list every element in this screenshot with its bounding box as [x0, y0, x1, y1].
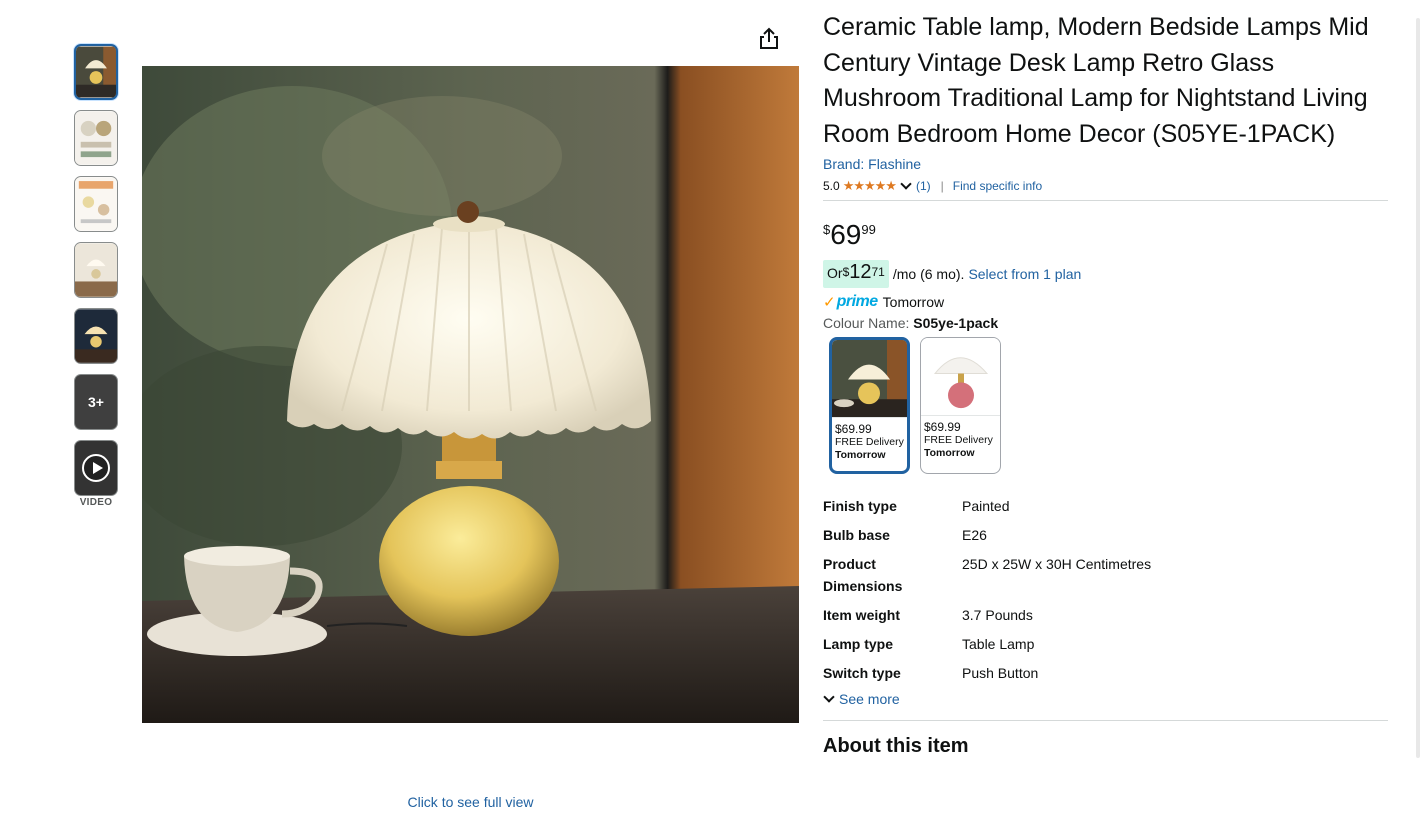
swatch-image: [832, 340, 907, 418]
spec-row: Switch type Push Button: [823, 662, 1388, 684]
price-symbol: $: [823, 222, 831, 237]
emi-amount: 12: [849, 261, 872, 283]
review-count-link[interactable]: (1): [916, 179, 931, 193]
play-icon: [82, 454, 110, 482]
spec-key: Lamp type: [823, 636, 894, 652]
video-label: VIDEO: [79, 497, 113, 508]
delivery-day: Tomorrow: [882, 294, 945, 310]
share-icon[interactable]: [756, 26, 782, 52]
thumbnail-3-image: [75, 177, 117, 231]
spec-value: 25D x 25W x 30H Centimetres: [962, 556, 1152, 572]
thumbnail-2[interactable]: [74, 110, 118, 166]
spec-key: Switch type: [823, 665, 901, 681]
thumbnail-5[interactable]: [74, 308, 118, 364]
thumbnail-more[interactable]: 3+: [74, 374, 118, 430]
chevron-down-icon: [823, 690, 835, 703]
specs-table: Finish type Painted Bulb base E26 Produc…: [823, 495, 1388, 684]
thumbnail-3[interactable]: [74, 176, 118, 232]
divider: [823, 200, 1388, 201]
price-fraction: 99: [861, 222, 876, 237]
select-plan-link[interactable]: Select from 1 plan: [968, 266, 1081, 282]
see-more-label: See more: [839, 691, 900, 707]
spec-key: Finish type: [823, 498, 897, 514]
spec-key: Item weight: [823, 607, 901, 623]
find-info-link[interactable]: Find specific info: [953, 179, 1042, 193]
swatch-delivery-day: Tomorrow: [835, 449, 886, 461]
separator: |: [940, 179, 944, 193]
price-block: $ 69 99: [823, 218, 1388, 252]
thumbnail-video[interactable]: [74, 440, 118, 496]
spec-value: Painted: [962, 498, 1010, 514]
see-more-button[interactable]: See more: [823, 690, 1388, 707]
spec-key: Product Dimensions: [823, 556, 903, 594]
thumbnail-1[interactable]: [74, 44, 118, 100]
spec-row: Lamp type Table Lamp: [823, 633, 1388, 655]
swatch-price: $69.99: [924, 420, 961, 434]
divider: [823, 720, 1388, 721]
emi-row: Or $ 12 71 /mo (6 mo). Select from 1 pla…: [823, 260, 1388, 288]
about-heading: About this item: [823, 735, 969, 757]
thumbnail-1-image: [76, 46, 116, 98]
colour-swatches: $69.99 FREE Delivery Tomorrow $69.99 FRE…: [829, 337, 1388, 474]
spec-value: E26: [962, 527, 987, 543]
colour-name-row: Colour Name: S05ye-1pack: [823, 315, 1388, 331]
prime-delivery-row: ✓ prime Tomorrow: [823, 293, 1388, 311]
emi-badge: Or $ 12 71: [823, 260, 889, 288]
emi-symbol: $: [842, 265, 850, 279]
colour-swatch-pink[interactable]: $69.99 FREE Delivery Tomorrow: [920, 337, 1001, 474]
thumbnail-4[interactable]: [74, 242, 118, 298]
colour-swatch-yellow[interactable]: $69.99 FREE Delivery Tomorrow: [829, 337, 910, 474]
more-images-count: 3+: [88, 394, 104, 410]
swatch-delivery-day: Tomorrow: [924, 447, 975, 459]
colour-value: S05ye-1pack: [913, 315, 999, 331]
prime-check-icon: ✓: [823, 294, 836, 311]
thumbnail-5-image: [75, 309, 117, 363]
spec-value: Push Button: [962, 665, 1039, 681]
spec-value: 3.7 Pounds: [962, 607, 1033, 623]
colour-label: Colour Name:: [823, 315, 914, 331]
spec-value: Table Lamp: [962, 636, 1035, 652]
emi-suffix: /mo (6 mo).: [892, 266, 965, 282]
swatch-image: [921, 338, 1000, 416]
thumbnail-2-image: [75, 111, 117, 165]
swatch-price: $69.99: [835, 422, 872, 436]
main-product-image[interactable]: [142, 66, 799, 723]
star-rating-icon[interactable]: ★★★★★: [843, 178, 897, 194]
swatch-delivery: FREE Delivery: [924, 434, 993, 446]
spec-row: Finish type Painted: [823, 495, 1388, 517]
prime-logo: prime: [836, 293, 879, 310]
rating-row: 5.0 ★★★★★ (1) | Find specific info: [823, 178, 1388, 194]
thumbnail-4-image: [75, 243, 117, 297]
chevron-down-icon[interactable]: [900, 178, 912, 190]
price-whole: 69: [830, 219, 862, 250]
full-view-link[interactable]: Click to see full view: [142, 794, 799, 810]
spec-key: Bulb base: [823, 527, 890, 543]
product-info: Ceramic Table lamp, Modern Bedside Lamps…: [823, 10, 1388, 758]
rating-value: 5.0: [823, 179, 840, 193]
spec-row: Bulb base E26: [823, 524, 1388, 546]
emi-prefix: Or: [827, 265, 843, 281]
brand-link[interactable]: Brand: Flashine: [823, 154, 1388, 174]
spec-row: Item weight 3.7 Pounds: [823, 604, 1388, 626]
thumbnail-strip: 3+: [74, 44, 118, 506]
emi-fraction: 71: [871, 265, 885, 279]
swatch-delivery: FREE Delivery: [835, 436, 904, 448]
scrollbar[interactable]: [1416, 18, 1420, 758]
spec-row: Product Dimensions 25D x 25W x 30H Centi…: [823, 553, 1388, 597]
product-title: Ceramic Table lamp, Modern Bedside Lamps…: [823, 13, 1369, 148]
